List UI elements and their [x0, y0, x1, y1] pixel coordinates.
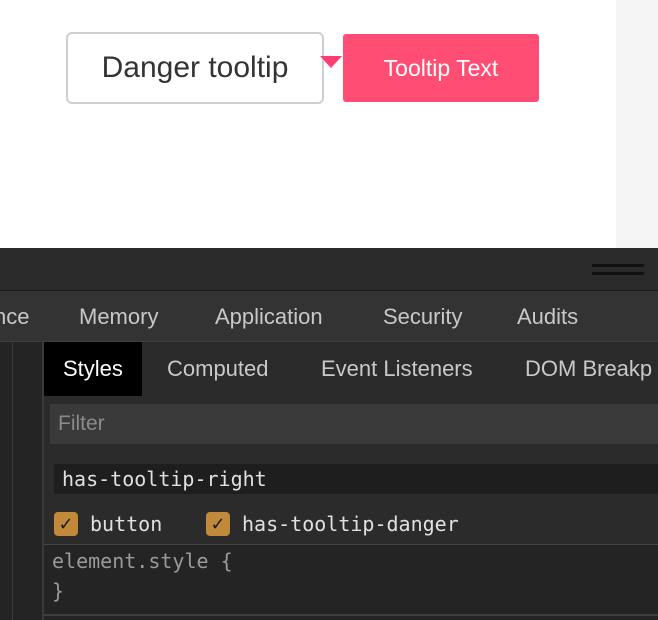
tab-event-listeners[interactable]: Event Listeners — [321, 342, 473, 396]
gutter-divider — [12, 342, 13, 620]
devtools-titlebar — [0, 248, 658, 290]
tab-performance[interactable]: nce — [0, 291, 29, 343]
class-toggle-button[interactable]: ✓ button — [54, 510, 162, 538]
rule-selector[interactable]: element.style { — [52, 549, 233, 573]
elements-tree-gutter — [0, 342, 44, 620]
tab-memory[interactable]: Memory — [79, 291, 158, 343]
tab-application[interactable]: Application — [215, 291, 323, 343]
class-label: has-tooltip-danger — [242, 512, 459, 536]
checkbox-checked-icon[interactable]: ✓ — [206, 512, 230, 536]
sidebar-tabs: Styles Computed Event Listeners DOM Brea… — [44, 342, 658, 396]
tab-dom-breakpoints[interactable]: DOM Breakp — [525, 342, 652, 396]
devtools-panel: nce Memory Application Security Audits S… — [0, 248, 658, 620]
devtools-main-tabs: nce Memory Application Security Audits — [0, 290, 658, 342]
rule-close-brace: } — [52, 579, 65, 603]
class-label: button — [90, 512, 163, 536]
class-toggle-panel: ✓ button ✓ has-tooltip-danger — [44, 452, 658, 544]
element-style-rule: element.style { } — [44, 545, 658, 615]
tab-styles[interactable]: Styles — [44, 342, 142, 396]
tab-security[interactable]: Security — [383, 291, 462, 343]
tab-audits[interactable]: Audits — [517, 291, 578, 343]
preview-scroll-gutter — [616, 0, 658, 248]
styles-filter-input[interactable] — [50, 404, 658, 444]
checkbox-checked-icon[interactable]: ✓ — [54, 512, 78, 536]
add-class-input[interactable] — [54, 464, 658, 494]
rule-bottom-divider — [44, 614, 658, 616]
danger-tooltip-button[interactable]: Danger tooltip — [66, 32, 324, 104]
tab-computed[interactable]: Computed — [167, 342, 269, 396]
tooltip-bubble: Tooltip Text — [343, 34, 539, 102]
tooltip-arrow — [320, 56, 342, 68]
filter-row — [44, 396, 658, 452]
class-toggle-has-tooltip-danger[interactable]: ✓ has-tooltip-danger — [206, 510, 459, 538]
page-preview: Danger tooltip Tooltip Text — [0, 0, 658, 248]
drag-handle-icon[interactable] — [592, 264, 644, 276]
